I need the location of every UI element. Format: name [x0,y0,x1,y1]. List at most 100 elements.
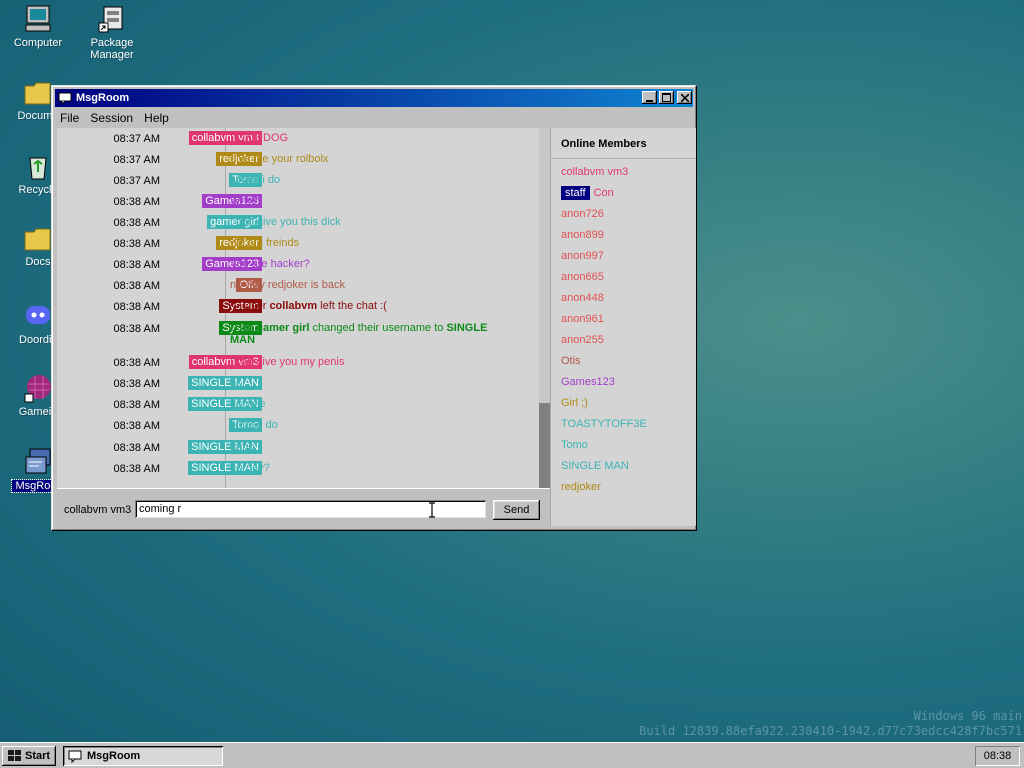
folder-icon [24,82,51,105]
taskbar-clock[interactable]: 08:38 [975,746,1020,766]
message-time: 08:38 AM [113,420,160,432]
close-icon [680,93,689,102]
text-cursor-icon [429,502,435,518]
member-item[interactable]: Girl ;) [561,397,588,409]
package-manager-icon [98,6,123,33]
message-time: 08:38 AM [113,301,160,313]
members-title: Online Members [561,138,647,150]
message-time: 08:38 AM [113,238,160,250]
chat-bubble-icon [58,92,72,105]
message-time: 08:38 AM [113,463,160,475]
message-time: 08:37 AM [113,133,160,145]
recycle-bin-icon [29,157,47,180]
windows-logo-icon [8,750,21,761]
menu-file[interactable]: File [56,109,83,127]
message-text-part: <- User [230,300,270,312]
chat-app-icon [26,306,50,324]
message-time: 08:38 AM [113,259,160,271]
maximize-button[interactable] [659,91,674,104]
staff-badge: staff [561,186,590,200]
taskbar: Start MsgRoom 08:38 [0,742,1024,768]
menu-bar: File Session Help [56,109,173,127]
message-time: 08:38 AM [113,357,160,369]
message-text: I LIKE DOG [230,132,289,144]
taskbar-item-msgroom[interactable]: MsgRoom [63,746,223,766]
member-item[interactable]: SINGLE MAN [561,460,629,472]
member-name: Con [593,187,614,199]
send-button[interactable]: Send [493,500,540,520]
desktop-icon-package-manager[interactable]: Package Manager [74,3,150,61]
message-time: 08:38 AM [113,323,160,335]
message-time: 08:38 AM [113,399,160,411]
message-text: whatd i do [230,174,281,186]
message-time: 08:37 AM [113,175,160,187]
message-text: i can give you my penis [230,356,345,368]
message-time: 08:38 AM [113,280,160,292]
message-text: please do [230,419,278,431]
message-text-user: collabvm [269,300,318,312]
member-item[interactable]: anon899 [561,229,604,241]
member-item[interactable]: anon448 [561,292,604,304]
current-username: collabvm vm3 [64,504,132,516]
member-item[interactable]: Otis [561,355,581,367]
watermark-line-2: Build 12839.88efa922.230410-1942.d77c73e… [639,724,1022,738]
member-item[interactable]: Tomo [561,439,588,451]
message-text: give me your rolbolx [230,153,329,165]
message-time: 08:37 AM [113,154,160,166]
start-label: Start [25,750,51,762]
message-text: User gamer girl changed their username t… [230,322,515,346]
member-item[interactable]: anon665 [561,271,604,283]
watermark-line-1: Windows 96 main [913,709,1022,723]
member-item[interactable]: Games123 [561,376,615,388]
start-button[interactable]: Start [2,746,56,766]
message-text-user: gamer girl [256,322,310,334]
message-composer: collabvm vm3 Send [57,488,550,527]
member-item[interactable]: TOASTYTOFF3E [561,418,647,430]
member-item[interactable]: anon997 [561,250,604,262]
members-divider [551,158,696,159]
message-time: 08:38 AM [113,442,160,454]
chat-log[interactable]: 08:37 AM collabvm vm3 I LIKE DOG 08:37 A… [57,128,550,488]
message-text-part: changed their username to [309,322,447,334]
message-text: ok [230,377,242,389]
member-item[interactable]: staff Con [561,186,614,200]
minimize-button[interactable] [642,91,657,104]
message-text: no way redjoker is back [230,279,345,291]
message-text: gimmie [230,398,266,410]
message-text: r u gay? [230,462,270,474]
minimize-icon [645,99,653,102]
desktop-icon-label: Computer [13,37,63,49]
message-text: we are freinds [230,237,300,249]
computer-icon [25,5,51,32]
online-members-panel: Online Members collabvm vm3 staff Con ano… [550,128,696,526]
message-text: Why? [230,195,259,207]
msgroom-icon [25,448,51,474]
desktop-icon-computer[interactable]: Computer [0,3,76,49]
message-text: tomo [230,441,255,453]
message-text-part: User [230,322,257,334]
msgroom-window: MsgRoom File Session Help 08:37 AM colla… [51,85,697,531]
close-button[interactable] [677,91,692,104]
message-time: 08:38 AM [113,196,160,208]
member-item[interactable]: anon726 [561,208,604,220]
chat-bubble-icon [68,750,82,763]
menu-session[interactable]: Session [86,109,137,127]
member-item[interactable]: anon255 [561,334,604,346]
taskbar-item-label: MsgRoom [87,750,141,762]
title-bar[interactable]: MsgRoom [55,89,693,107]
window-title: MsgRoom [76,92,130,104]
member-item[interactable]: anon961 [561,313,604,325]
scrollbar-thumb[interactable] [539,403,550,488]
member-item[interactable]: redjoker [561,481,601,493]
folder-icon [24,228,51,251]
member-item[interactable]: collabvm vm3 [561,166,628,178]
message-text: You are hacker? [230,258,310,270]
maximize-icon [662,93,671,102]
message-text: I can give you this dick [230,216,341,228]
menu-help[interactable]: Help [140,109,173,127]
message-text: <- User collabvm left the chat :( [230,300,530,312]
chat-scrollbar[interactable] [539,128,550,488]
desktop-icon-label: Package Manager [90,37,134,61]
message-text-part: left the chat :( [317,300,387,312]
message-time: 08:38 AM [113,217,160,229]
